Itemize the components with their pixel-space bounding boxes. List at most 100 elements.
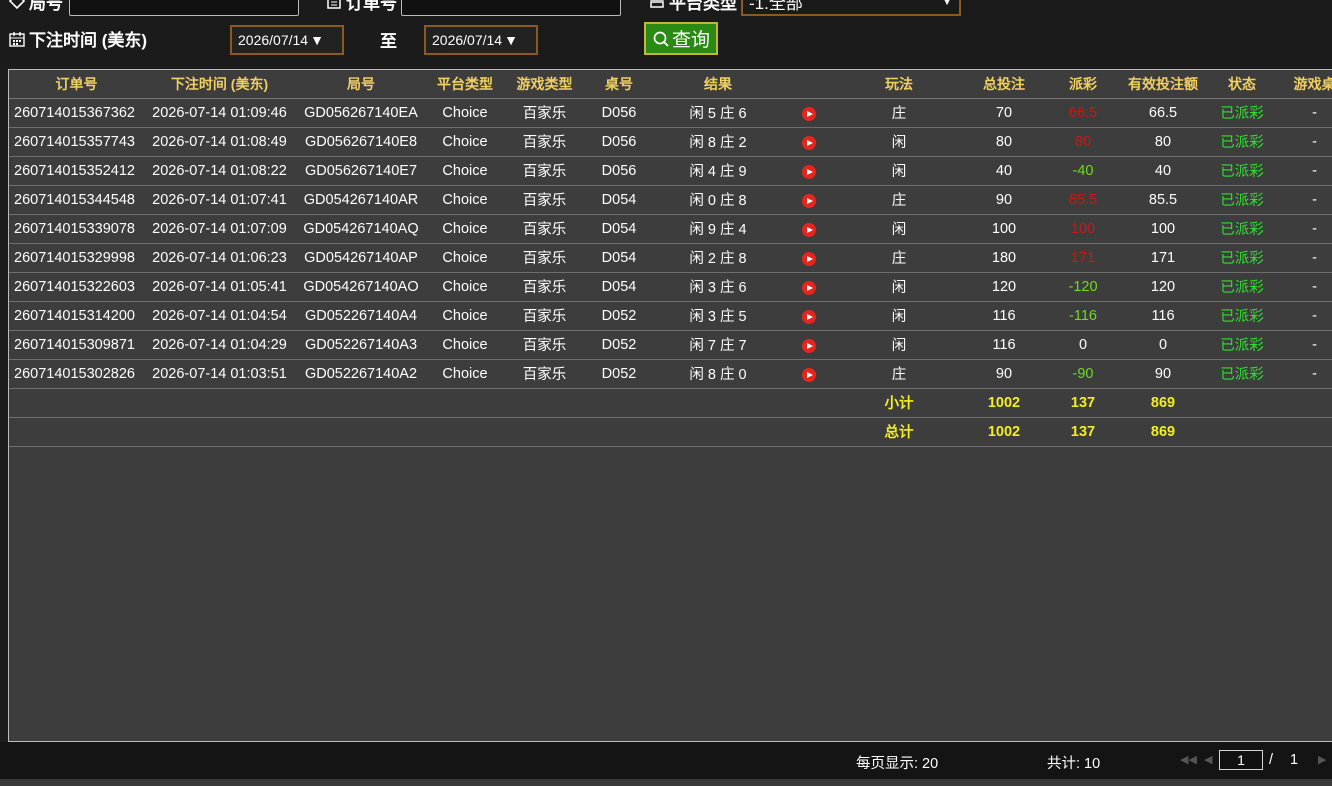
cell-time: 2026-07-14 01:08:49 bbox=[144, 127, 295, 157]
cell-replay bbox=[784, 127, 834, 157]
total-cell bbox=[503, 417, 586, 447]
cell-status: 已派彩 bbox=[1204, 98, 1280, 128]
cell-result: 闲 9 庄 4 bbox=[652, 214, 784, 244]
document-icon bbox=[327, 0, 341, 9]
date-to-select[interactable]: 2026/07/14 ▼ bbox=[424, 25, 538, 55]
cell-round: GD056267140E8 bbox=[295, 127, 427, 157]
cell-play: 闲 bbox=[834, 272, 964, 302]
cell-play: 庄 bbox=[834, 98, 964, 128]
cell-result: 闲 7 庄 7 bbox=[652, 330, 784, 360]
replay-play-icon[interactable] bbox=[802, 368, 816, 382]
cell-time: 2026-07-14 01:04:54 bbox=[144, 301, 295, 331]
column-header: 派彩 bbox=[1044, 70, 1122, 99]
total-cell bbox=[652, 417, 784, 447]
date-from-value: 2026/07/14 bbox=[238, 32, 309, 48]
cell-game: 百家乐 bbox=[503, 98, 586, 128]
cell-bet: 90 bbox=[964, 359, 1044, 389]
cell-play: 闲 bbox=[834, 214, 964, 244]
subtotal-cell: 137 bbox=[1044, 388, 1122, 418]
date-from-select[interactable]: 2026/07/14 ▼ bbox=[230, 25, 344, 55]
cell-payout: -40 bbox=[1044, 156, 1122, 186]
cell-bet: 120 bbox=[964, 272, 1044, 302]
first-page-icon[interactable]: ◀◀ bbox=[1180, 753, 1197, 766]
cell-valid: 0 bbox=[1122, 330, 1204, 360]
cell-platform: Choice bbox=[427, 185, 503, 215]
cell-round: GD052267140A4 bbox=[295, 301, 427, 331]
next-page-icon[interactable]: ▶ bbox=[1318, 753, 1326, 766]
cell-result: 闲 2 庄 8 bbox=[652, 243, 784, 273]
platform-label: 平台类型 bbox=[669, 0, 737, 13]
platform-select[interactable]: -1.全部 ▼ bbox=[741, 0, 961, 16]
table-row: 260714015357743 2026-07-14 01:08:49 GD0562… bbox=[9, 127, 1332, 157]
cell-valid: 80 bbox=[1122, 127, 1204, 157]
results-panel: 订单号 下注时间 (美东) 局号 平台类型 游戏类型 桌号 结果 玩法 总投注 派彩 有效投注额 状态… bbox=[8, 69, 1332, 742]
cell-status: 已派彩 bbox=[1204, 156, 1280, 186]
cell-platform: Choice bbox=[427, 359, 503, 389]
table-row: 260714015367362 2026-07-14 01:09:46 GD0562… bbox=[9, 98, 1332, 128]
cell-bet: 70 bbox=[964, 98, 1044, 128]
column-header: 状态 bbox=[1204, 70, 1280, 99]
column-header: 平台类型 bbox=[427, 70, 503, 99]
query-button[interactable]: 查询 bbox=[644, 22, 718, 55]
caret-down-icon: ▼ bbox=[310, 32, 324, 48]
cell-platform: Choice bbox=[427, 127, 503, 157]
cell-time: 2026-07-14 01:07:09 bbox=[144, 214, 295, 244]
order-input[interactable] bbox=[401, 0, 621, 16]
replay-play-icon[interactable] bbox=[802, 194, 816, 208]
replay-play-icon[interactable] bbox=[802, 281, 816, 295]
cell-desk: - bbox=[1280, 127, 1332, 157]
cell-desk: - bbox=[1280, 359, 1332, 389]
cell-payout: 66.5 bbox=[1044, 98, 1122, 128]
cell-time: 2026-07-14 01:05:41 bbox=[144, 272, 295, 302]
cell-table: D054 bbox=[586, 185, 652, 215]
column-header: 下注时间 (美东) bbox=[144, 70, 295, 99]
total-cell bbox=[9, 417, 144, 447]
cell-order: 260714015339078 bbox=[9, 214, 144, 244]
order-label: 订单号 bbox=[346, 0, 397, 13]
replay-play-icon[interactable] bbox=[802, 107, 816, 121]
replay-play-icon[interactable] bbox=[802, 223, 816, 237]
cell-valid: 100 bbox=[1122, 214, 1204, 244]
column-header: 结果 bbox=[652, 70, 784, 99]
cell-round: GD054267140AQ bbox=[295, 214, 427, 244]
cell-table: D052 bbox=[586, 301, 652, 331]
total-cell bbox=[1204, 417, 1280, 447]
table-row: 260714015314200 2026-07-14 01:04:54 GD0522… bbox=[9, 301, 1332, 331]
prev-page-icon[interactable]: ◀ bbox=[1204, 753, 1212, 766]
cell-order: 260714015329998 bbox=[9, 243, 144, 273]
table-row: 260714015339078 2026-07-14 01:07:09 GD0542… bbox=[9, 214, 1332, 244]
subtotal-cell bbox=[652, 388, 784, 418]
replay-play-icon[interactable] bbox=[802, 136, 816, 150]
cell-game: 百家乐 bbox=[503, 185, 586, 215]
cell-payout: 100 bbox=[1044, 214, 1122, 244]
replay-play-icon[interactable] bbox=[802, 310, 816, 324]
cell-round: GD054267140AR bbox=[295, 185, 427, 215]
cell-game: 百家乐 bbox=[503, 330, 586, 360]
cell-status: 已派彩 bbox=[1204, 214, 1280, 244]
cell-desk: - bbox=[1280, 214, 1332, 244]
total-cell bbox=[586, 417, 652, 447]
cell-platform: Choice bbox=[427, 98, 503, 128]
replay-play-icon[interactable] bbox=[802, 339, 816, 353]
total-cell bbox=[784, 417, 834, 447]
replay-play-icon[interactable] bbox=[802, 165, 816, 179]
cell-round: GD056267140E7 bbox=[295, 156, 427, 186]
round-input[interactable] bbox=[69, 0, 299, 16]
cell-payout: -90 bbox=[1044, 359, 1122, 389]
query-label: 查询 bbox=[671, 30, 710, 51]
cell-platform: Choice bbox=[427, 156, 503, 186]
cell-desk: - bbox=[1280, 98, 1332, 128]
subtotal-cell bbox=[427, 388, 503, 418]
table-header-row: 订单号 下注时间 (美东) 局号 平台类型 游戏类型 桌号 结果 玩法 总投注 派彩 有效投注额 状态… bbox=[9, 70, 1332, 99]
cell-round: GD052267140A2 bbox=[295, 359, 427, 389]
cell-status: 已派彩 bbox=[1204, 330, 1280, 360]
replay-play-icon[interactable] bbox=[802, 252, 816, 266]
cell-status: 已派彩 bbox=[1204, 185, 1280, 215]
cell-valid: 116 bbox=[1122, 301, 1204, 331]
column-header: 游戏类型 bbox=[503, 70, 586, 99]
page-number-input[interactable] bbox=[1219, 750, 1263, 770]
cell-result: 闲 8 庄 0 bbox=[652, 359, 784, 389]
subtotal-row: 小计 1002 137 869 bbox=[9, 388, 1332, 418]
column-header: 订单号 bbox=[9, 70, 144, 99]
column-header: 游戏桌 bbox=[1280, 70, 1332, 99]
